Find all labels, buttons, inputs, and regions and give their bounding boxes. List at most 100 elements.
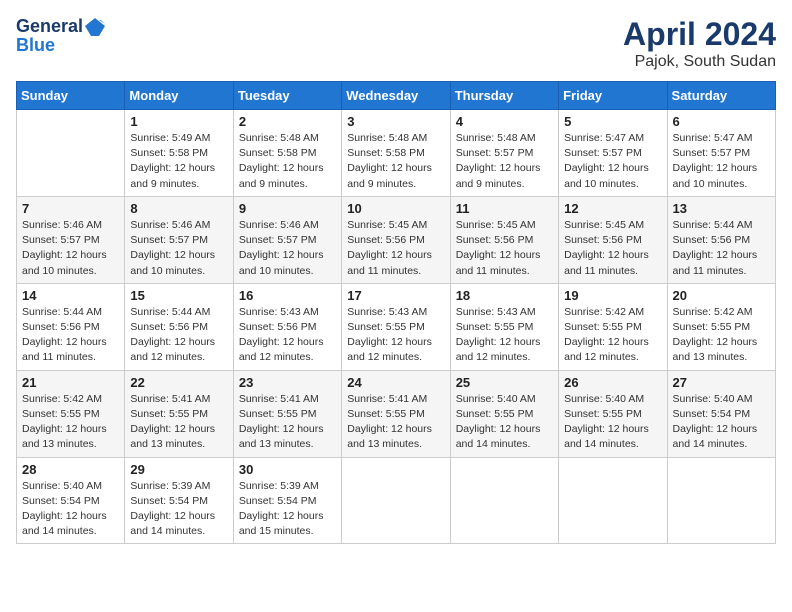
day-info: Sunrise: 5:42 AM Sunset: 5:55 PM Dayligh… bbox=[673, 305, 770, 366]
day-header-monday: Monday bbox=[125, 82, 233, 110]
day-number: 8 bbox=[130, 201, 227, 216]
calendar-cell: 23Sunrise: 5:41 AM Sunset: 5:55 PM Dayli… bbox=[233, 370, 341, 457]
day-number: 9 bbox=[239, 201, 336, 216]
day-info: Sunrise: 5:44 AM Sunset: 5:56 PM Dayligh… bbox=[130, 305, 227, 366]
subtitle: Pajok, South Sudan bbox=[623, 53, 776, 71]
day-info: Sunrise: 5:49 AM Sunset: 5:58 PM Dayligh… bbox=[130, 131, 227, 192]
day-number: 30 bbox=[239, 462, 336, 477]
day-info: Sunrise: 5:41 AM Sunset: 5:55 PM Dayligh… bbox=[347, 392, 444, 453]
day-number: 11 bbox=[456, 201, 553, 216]
day-header-sunday: Sunday bbox=[17, 82, 125, 110]
day-number: 10 bbox=[347, 201, 444, 216]
calendar-cell: 20 Sunrise: 5:42 AM Sunset: 5:55 PM Dayli… bbox=[667, 283, 775, 370]
day-number: 20 bbox=[673, 288, 770, 303]
calendar-week-5: 28 Sunrise: 5:40 AM Sunset: 5:54 PM Dayli… bbox=[17, 457, 776, 544]
calendar-cell: 26 Sunrise: 5:40 AM Sunset: 5:55 PM Dayli… bbox=[559, 370, 667, 457]
calendar-cell: 19 Sunrise: 5:42 AM Sunset: 5:55 PM Dayli… bbox=[559, 283, 667, 370]
day-number: 4 bbox=[456, 114, 553, 129]
day-info: Sunrise: 5:45 AM Sunset: 5:56 PM Dayligh… bbox=[347, 218, 444, 279]
day-header-wednesday: Wednesday bbox=[342, 82, 450, 110]
calendar-cell: 1 Sunrise: 5:49 AM Sunset: 5:58 PM Daylig… bbox=[125, 110, 233, 197]
day-number: 14 bbox=[22, 288, 119, 303]
calendar-cell: 9 Sunrise: 5:46 AM Sunset: 5:57 PM Daylig… bbox=[233, 196, 341, 283]
day-info: Sunrise: 5:43 AM Sunset: 5:56 PM Dayligh… bbox=[239, 305, 336, 366]
calendar-week-2: 7 Sunrise: 5:46 AM Sunset: 5:57 PM Daylig… bbox=[17, 196, 776, 283]
day-info: Sunrise: 5:47 AM Sunset: 5:57 PM Dayligh… bbox=[673, 131, 770, 192]
day-header-saturday: Saturday bbox=[667, 82, 775, 110]
calendar-cell: 25 Sunrise: 5:40 AM Sunset: 5:55 PM Dayli… bbox=[450, 370, 558, 457]
calendar-cell: 3 Sunrise: 5:48 AM Sunset: 5:58 PM Daylig… bbox=[342, 110, 450, 197]
day-number: 28 bbox=[22, 462, 119, 477]
day-info: Sunrise: 5:40 AM Sunset: 5:54 PM Dayligh… bbox=[673, 392, 770, 453]
day-info: Sunrise: 5:47 AM Sunset: 5:57 PM Dayligh… bbox=[564, 131, 661, 192]
day-info: Sunrise: 5:43 AM Sunset: 5:55 PM Dayligh… bbox=[456, 305, 553, 366]
calendar-cell: 27 Sunrise: 5:40 AM Sunset: 5:54 PM Dayli… bbox=[667, 370, 775, 457]
day-number: 12 bbox=[564, 201, 661, 216]
calendar-cell: 6Sunrise: 5:47 AM Sunset: 5:57 PM Daylig… bbox=[667, 110, 775, 197]
calendar-cell: 5Sunrise: 5:47 AM Sunset: 5:57 PM Daylig… bbox=[559, 110, 667, 197]
day-number: 25 bbox=[456, 375, 553, 390]
calendar-cell bbox=[342, 457, 450, 544]
day-number: 2 bbox=[239, 114, 336, 129]
calendar-cell bbox=[667, 457, 775, 544]
calendar-cell: 13 Sunrise: 5:44 AM Sunset: 5:56 PM Dayli… bbox=[667, 196, 775, 283]
day-info: Sunrise: 5:46 AM Sunset: 5:57 PM Dayligh… bbox=[239, 218, 336, 279]
calendar: SundayMondayTuesdayWednesdayThursdayFrid… bbox=[16, 81, 776, 544]
logo-blue: Blue bbox=[16, 36, 55, 54]
day-info: Sunrise: 5:40 AM Sunset: 5:55 PM Dayligh… bbox=[564, 392, 661, 453]
title-area: April 2024 Pajok, South Sudan bbox=[623, 16, 776, 71]
day-number: 1 bbox=[130, 114, 227, 129]
day-number: 19 bbox=[564, 288, 661, 303]
day-info: Sunrise: 5:42 AM Sunset: 5:55 PM Dayligh… bbox=[22, 392, 119, 453]
calendar-header-row: SundayMondayTuesdayWednesdayThursdayFrid… bbox=[17, 82, 776, 110]
day-header-thursday: Thursday bbox=[450, 82, 558, 110]
day-number: 27 bbox=[673, 375, 770, 390]
calendar-cell: 11 Sunrise: 5:45 AM Sunset: 5:56 PM Dayli… bbox=[450, 196, 558, 283]
calendar-cell: 17 Sunrise: 5:43 AM Sunset: 5:55 PM Dayli… bbox=[342, 283, 450, 370]
calendar-week-1: 1 Sunrise: 5:49 AM Sunset: 5:58 PM Daylig… bbox=[17, 110, 776, 197]
calendar-cell: 29 Sunrise: 5:39 AM Sunset: 5:54 PM Dayli… bbox=[125, 457, 233, 544]
day-number: 7 bbox=[22, 201, 119, 216]
day-number: 17 bbox=[347, 288, 444, 303]
calendar-cell: 2 Sunrise: 5:48 AM Sunset: 5:58 PM Daylig… bbox=[233, 110, 341, 197]
logo: General Blue bbox=[16, 16, 105, 54]
day-info: Sunrise: 5:40 AM Sunset: 5:55 PM Dayligh… bbox=[456, 392, 553, 453]
calendar-cell: 14 Sunrise: 5:44 AM Sunset: 5:56 PM Dayli… bbox=[17, 283, 125, 370]
day-number: 24 bbox=[347, 375, 444, 390]
day-info: Sunrise: 5:48 AM Sunset: 5:58 PM Dayligh… bbox=[347, 131, 444, 192]
day-info: Sunrise: 5:48 AM Sunset: 5:57 PM Dayligh… bbox=[456, 131, 553, 192]
day-number: 13 bbox=[673, 201, 770, 216]
day-header-friday: Friday bbox=[559, 82, 667, 110]
calendar-cell bbox=[450, 457, 558, 544]
day-number: 3 bbox=[347, 114, 444, 129]
day-header-tuesday: Tuesday bbox=[233, 82, 341, 110]
day-info: Sunrise: 5:44 AM Sunset: 5:56 PM Dayligh… bbox=[673, 218, 770, 279]
calendar-week-3: 14 Sunrise: 5:44 AM Sunset: 5:56 PM Dayli… bbox=[17, 283, 776, 370]
calendar-cell: 7Sunrise: 5:46 AM Sunset: 5:57 PM Daylig… bbox=[17, 196, 125, 283]
day-info: Sunrise: 5:48 AM Sunset: 5:58 PM Dayligh… bbox=[239, 131, 336, 192]
calendar-cell bbox=[559, 457, 667, 544]
day-info: Sunrise: 5:45 AM Sunset: 5:56 PM Dayligh… bbox=[564, 218, 661, 279]
day-number: 15 bbox=[130, 288, 227, 303]
calendar-cell: 21Sunrise: 5:42 AM Sunset: 5:55 PM Dayli… bbox=[17, 370, 125, 457]
day-number: 29 bbox=[130, 462, 227, 477]
day-info: Sunrise: 5:39 AM Sunset: 5:54 PM Dayligh… bbox=[130, 479, 227, 540]
calendar-cell: 12 Sunrise: 5:45 AM Sunset: 5:56 PM Dayli… bbox=[559, 196, 667, 283]
calendar-cell: 18Sunrise: 5:43 AM Sunset: 5:55 PM Dayli… bbox=[450, 283, 558, 370]
day-info: Sunrise: 5:42 AM Sunset: 5:55 PM Dayligh… bbox=[564, 305, 661, 366]
calendar-cell: 24 Sunrise: 5:41 AM Sunset: 5:55 PM Dayli… bbox=[342, 370, 450, 457]
day-info: Sunrise: 5:40 AM Sunset: 5:54 PM Dayligh… bbox=[22, 479, 119, 540]
day-info: Sunrise: 5:41 AM Sunset: 5:55 PM Dayligh… bbox=[130, 392, 227, 453]
calendar-cell: 15 Sunrise: 5:44 AM Sunset: 5:56 PM Dayli… bbox=[125, 283, 233, 370]
calendar-cell: 22 Sunrise: 5:41 AM Sunset: 5:55 PM Dayli… bbox=[125, 370, 233, 457]
day-info: Sunrise: 5:43 AM Sunset: 5:55 PM Dayligh… bbox=[347, 305, 444, 366]
day-info: Sunrise: 5:44 AM Sunset: 5:56 PM Dayligh… bbox=[22, 305, 119, 366]
calendar-cell: 30 Sunrise: 5:39 AM Sunset: 5:54 PM Dayli… bbox=[233, 457, 341, 544]
day-info: Sunrise: 5:45 AM Sunset: 5:56 PM Dayligh… bbox=[456, 218, 553, 279]
calendar-cell: 4 Sunrise: 5:48 AM Sunset: 5:57 PM Daylig… bbox=[450, 110, 558, 197]
day-info: Sunrise: 5:39 AM Sunset: 5:54 PM Dayligh… bbox=[239, 479, 336, 540]
day-number: 26 bbox=[564, 375, 661, 390]
calendar-cell: 16Sunrise: 5:43 AM Sunset: 5:56 PM Dayli… bbox=[233, 283, 341, 370]
calendar-week-4: 21Sunrise: 5:42 AM Sunset: 5:55 PM Dayli… bbox=[17, 370, 776, 457]
day-number: 22 bbox=[130, 375, 227, 390]
